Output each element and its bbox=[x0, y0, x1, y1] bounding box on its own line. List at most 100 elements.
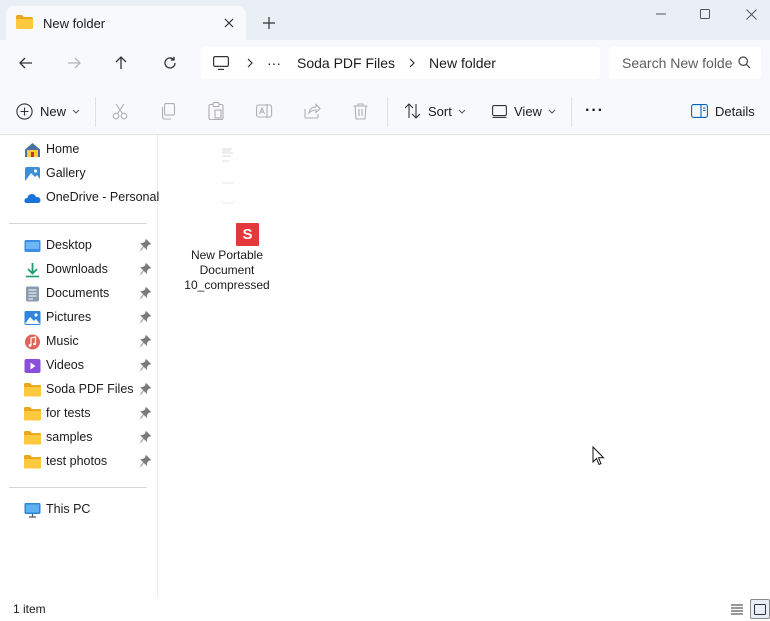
close-tab-icon[interactable] bbox=[220, 14, 238, 32]
more-options-button[interactable]: ··· bbox=[585, 100, 604, 122]
sidebar-item-label: Videos bbox=[46, 358, 84, 372]
divider bbox=[95, 97, 96, 127]
copy-button[interactable] bbox=[160, 100, 176, 122]
desktop-icon bbox=[24, 238, 41, 254]
delete-button[interactable] bbox=[353, 100, 368, 122]
sidebar-item-label: samples bbox=[46, 430, 93, 444]
sidebar-item-for-tests[interactable]: for tests bbox=[0, 402, 158, 426]
music-icon bbox=[24, 334, 41, 350]
cut-button[interactable] bbox=[112, 100, 128, 122]
minimize-icon[interactable] bbox=[646, 4, 676, 24]
search-box[interactable] bbox=[609, 47, 761, 79]
chevron-down-icon bbox=[72, 109, 80, 114]
pin-icon[interactable] bbox=[140, 286, 152, 302]
details-button[interactable]: Details bbox=[691, 100, 755, 122]
address-bar[interactable]: ··· Soda PDF Files New folder bbox=[201, 47, 600, 79]
sidebar-item-pictures[interactable]: Pictures bbox=[0, 306, 158, 330]
rename-button[interactable] bbox=[256, 100, 273, 122]
file-name: New Portable Document 10_compressed bbox=[184, 248, 270, 292]
navigation-bar: ··· Soda PDF Files New folder bbox=[0, 40, 770, 86]
status-bar: 1 item bbox=[0, 597, 770, 621]
delete-icon bbox=[353, 102, 368, 120]
navigation-pane: Home Gallery OneDrive - Personal Desktop… bbox=[0, 135, 159, 597]
pin-icon[interactable] bbox=[140, 406, 152, 422]
search-input[interactable] bbox=[622, 55, 732, 71]
mouse-cursor-icon bbox=[592, 445, 605, 469]
tiles-view-icon[interactable] bbox=[750, 599, 770, 619]
search-icon[interactable] bbox=[738, 56, 751, 72]
folder-icon bbox=[16, 14, 33, 32]
sidebar-item-documents[interactable]: Documents bbox=[0, 282, 158, 306]
details-label: Details bbox=[715, 103, 755, 119]
sidebar-item-gallery[interactable]: Gallery bbox=[0, 162, 158, 186]
up-icon[interactable] bbox=[107, 50, 135, 76]
new-label: New bbox=[40, 103, 67, 119]
sidebar-item-test-photos[interactable]: test photos bbox=[0, 450, 158, 474]
tab-title: New folder bbox=[43, 15, 106, 31]
sidebar-item-label: Gallery bbox=[46, 166, 86, 180]
chevron-down-icon bbox=[548, 109, 556, 114]
new-button[interactable]: New bbox=[16, 100, 80, 122]
pin-icon[interactable] bbox=[140, 430, 152, 446]
sidebar-item-label: test photos bbox=[46, 454, 108, 468]
close-window-icon[interactable] bbox=[736, 4, 766, 24]
pin-icon[interactable] bbox=[140, 454, 152, 470]
sidebar-item-videos[interactable]: Videos bbox=[0, 354, 158, 378]
pictures-icon bbox=[24, 310, 41, 326]
sidebar-item-home[interactable]: Home bbox=[0, 138, 158, 162]
rename-icon bbox=[256, 103, 273, 119]
videos-icon bbox=[24, 358, 41, 374]
sidebar-item-this-pc[interactable]: This PC bbox=[0, 498, 158, 522]
paste-button[interactable] bbox=[208, 100, 224, 122]
view-button[interactable]: View bbox=[492, 100, 556, 122]
folder-icon bbox=[24, 454, 41, 470]
this-pc-icon bbox=[24, 502, 41, 518]
sidebar-item-label: Music bbox=[46, 334, 79, 348]
sidebar-item-onedrive[interactable]: OneDrive - Personal bbox=[0, 186, 159, 210]
sort-label: Sort bbox=[428, 103, 452, 119]
breadcrumb-overflow[interactable]: ··· bbox=[267, 55, 281, 71]
sidebar-item-label: Soda PDF Files bbox=[46, 382, 134, 396]
tab-new-folder[interactable]: New folder bbox=[6, 6, 246, 40]
sidebar-item-desktop[interactable]: Desktop bbox=[0, 234, 158, 258]
pin-icon[interactable] bbox=[140, 310, 152, 326]
forward-icon[interactable] bbox=[60, 50, 88, 76]
maximize-icon[interactable] bbox=[690, 4, 720, 24]
pin-icon[interactable] bbox=[140, 358, 152, 374]
pin-icon[interactable] bbox=[140, 334, 152, 350]
divider bbox=[387, 97, 388, 127]
sidebar-item-samples[interactable]: samples bbox=[0, 426, 158, 450]
pin-icon[interactable] bbox=[140, 238, 152, 254]
refresh-icon[interactable] bbox=[156, 50, 184, 76]
new-tab-button[interactable] bbox=[259, 13, 279, 33]
item-count: 1 item bbox=[13, 602, 46, 616]
breadcrumb-soda-pdf-files[interactable]: Soda PDF Files bbox=[297, 55, 395, 71]
file-list-view[interactable]: S New Portable Document 10_compressed bbox=[159, 135, 770, 597]
gallery-icon bbox=[24, 166, 41, 182]
new-plus-icon bbox=[16, 102, 33, 120]
chevron-down-icon bbox=[458, 109, 466, 114]
this-pc-monitor-icon bbox=[213, 56, 229, 70]
share-button[interactable] bbox=[304, 100, 321, 122]
soda-pdf-file-icon bbox=[208, 145, 246, 207]
pin-icon[interactable] bbox=[140, 382, 152, 398]
sort-button[interactable]: Sort bbox=[404, 100, 466, 122]
details-view-icon[interactable] bbox=[727, 599, 747, 619]
sidebar-item-label: Desktop bbox=[46, 238, 92, 252]
sidebar-item-music[interactable]: Music bbox=[0, 330, 158, 354]
sidebar-item-label: Pictures bbox=[46, 310, 92, 324]
breadcrumb-new-folder[interactable]: New folder bbox=[429, 55, 496, 71]
sort-icon bbox=[404, 103, 421, 119]
downloads-icon bbox=[24, 262, 41, 278]
file-item[interactable]: S New Portable Document 10_compressed bbox=[181, 143, 273, 292]
command-bar: New Sort View ··· Details bbox=[0, 86, 770, 135]
sidebar-item-downloads[interactable]: Downloads bbox=[0, 258, 158, 282]
folder-icon bbox=[24, 382, 41, 398]
sidebar-divider bbox=[9, 487, 147, 488]
sidebar-item-soda-pdf-files[interactable]: Soda PDF Files bbox=[0, 378, 158, 402]
back-icon[interactable] bbox=[12, 50, 40, 76]
pin-icon[interactable] bbox=[140, 262, 152, 278]
copy-icon bbox=[160, 102, 176, 120]
share-icon bbox=[304, 103, 321, 119]
cut-icon bbox=[112, 103, 128, 120]
